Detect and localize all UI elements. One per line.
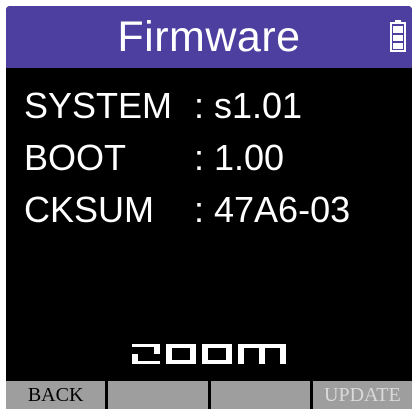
softkey-bar: BACK UPDATE xyxy=(6,381,412,409)
page-title: Firmware xyxy=(117,13,301,61)
back-button[interactable]: BACK xyxy=(6,381,106,409)
softkey-3[interactable] xyxy=(210,381,310,409)
title-bar: Firmware xyxy=(6,6,412,68)
system-label: SYSTEM xyxy=(24,85,173,126)
boot-separator: : xyxy=(194,137,205,178)
update-button[interactable]: UPDATE xyxy=(312,381,412,409)
cksum-separator: : xyxy=(194,189,205,230)
firmware-info: SYSTEM : s1.01 BOOT : 1.00 CKSUM : 47A6-… xyxy=(6,68,412,378)
system-separator: : xyxy=(194,85,205,126)
system-version: s1.01 xyxy=(214,85,303,126)
zoom-logo xyxy=(132,344,286,364)
boot-label: BOOT xyxy=(24,137,127,178)
cksum-value: 47A6-03 xyxy=(214,189,351,230)
battery-icon xyxy=(390,20,406,52)
softkey-2[interactable] xyxy=(108,381,208,409)
boot-version: 1.00 xyxy=(214,137,285,178)
cksum-label: CKSUM xyxy=(24,189,155,230)
